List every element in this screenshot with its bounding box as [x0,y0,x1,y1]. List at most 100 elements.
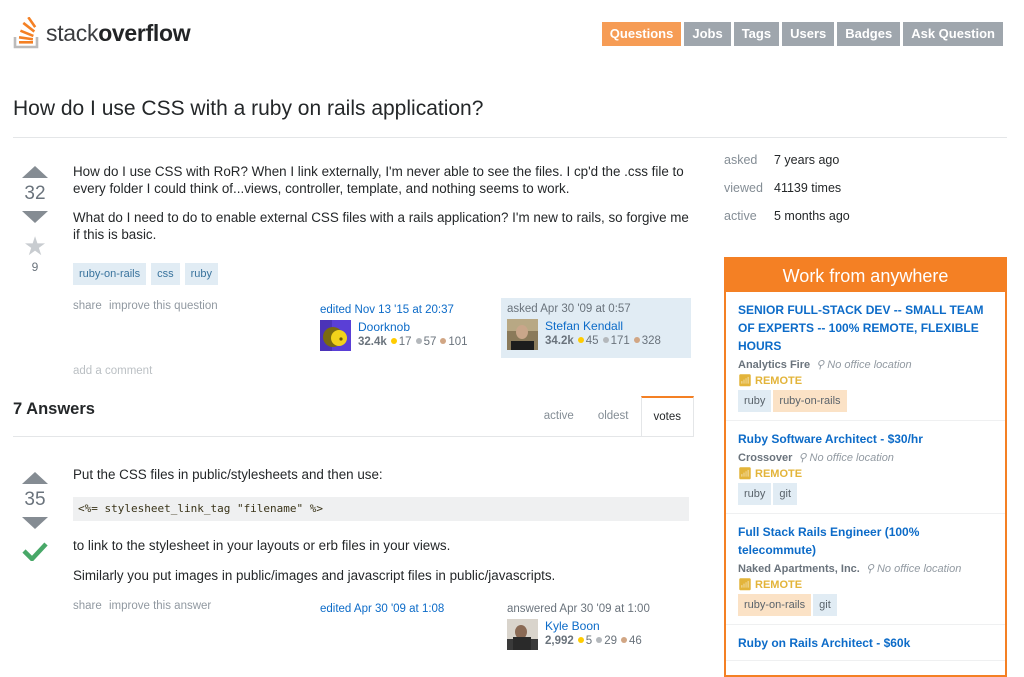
stack-logo-icon [13,17,39,49]
tag-css[interactable]: css [151,263,180,285]
job-title[interactable]: Full Stack Rails Engineer (100% telecomm… [738,525,919,557]
job-tag[interactable]: ruby [738,483,772,505]
stefan-kendall-avatar[interactable] [507,319,538,350]
nav-badges[interactable]: Badges [837,22,901,46]
location-text: No office location [827,359,912,371]
stat-value[interactable]: 5 months ago [774,209,850,237]
tab-votes[interactable]: votes [640,396,694,437]
job-tag[interactable]: ruby-on-rails [773,390,847,412]
bronze-badge-count: 46 [628,635,642,647]
question-body: How do I use CSS with RoR? When I link e… [73,163,693,255]
stat-viewed: viewed 41139 times [724,181,850,209]
job-listing: Ruby on Rails Architect - $60k [726,625,1005,661]
job-company: Naked Apartments, Inc. ⚲ No office locati… [738,562,993,575]
job-listing: Ruby Software Architect - $30/hr Crossov… [726,421,1005,514]
silver-badge-count: 29 [604,635,617,647]
company-name: Crossover [738,452,793,464]
downvote-icon[interactable] [22,517,48,529]
bronze-badge-count: 101 [448,336,468,348]
nav-tags[interactable]: Tags [733,22,780,46]
stat-label: active [724,209,757,223]
tag-ruby[interactable]: ruby [184,263,219,285]
job-tag[interactable]: ruby-on-rails [738,594,812,616]
answer-sort-tabs: active oldest votes [532,396,694,437]
tab-active[interactable]: active [532,396,586,436]
remote-badge: 📶︎ REMOTE [738,374,993,387]
job-tag[interactable]: git [813,594,837,616]
question-title[interactable]: How do I use CSS with a ruby on rails ap… [13,97,483,121]
improve-question-link[interactable]: improve this question [109,300,218,312]
job-location: ⚲ No office location [798,452,894,464]
edited-timestamp[interactable]: edited Nov 13 '15 at 20:37 [320,304,468,316]
gold-badge-icon [577,637,584,643]
job-title[interactable]: Ruby on Rails Architect - $60k [738,636,910,650]
share-link[interactable]: share [73,300,102,312]
bronze-badge-count: 328 [641,335,661,347]
answers-divider [13,436,694,437]
job-title[interactable]: Ruby Software Architect - $30/hr [738,432,923,446]
tab-oldest[interactable]: oldest [586,396,641,436]
logo-wordmark: stackoverflow [46,20,191,49]
job-location: ⚲ No office location [866,563,962,575]
accepted-check-icon [20,541,50,566]
answer-post-menu: share improve this answer [73,600,215,612]
owner-reputation: 34.2k 45 171 328 [545,334,661,349]
nav-questions[interactable]: Questions [601,22,682,46]
location-pin-icon: ⚲ [816,359,828,371]
silver-badge-count: 57 [423,336,437,348]
kyle-boon-avatar[interactable] [507,619,538,650]
tag-ruby-on-rails[interactable]: ruby-on-rails [73,263,147,285]
jobs-heading[interactable]: Work from anywhere [726,257,1005,292]
silver-badge-icon [415,338,422,344]
company-name: Analytics Fire [738,359,811,371]
answerer-name[interactable]: Kyle Boon [545,619,642,634]
asked-timestamp: asked Apr 30 '09 at 0:57 [507,303,631,315]
gold-badge-icon [577,337,584,343]
bronze-badge-icon [620,637,627,643]
nav-jobs[interactable]: Jobs [684,22,731,46]
remote-badge: 📶︎ REMOTE [738,578,993,591]
location-pin-icon: ⚲ [865,563,877,575]
logo-light: stack [46,20,99,46]
downvote-icon[interactable] [22,211,48,223]
improve-answer-link[interactable]: improve this answer [109,600,211,612]
upvote-icon[interactable] [22,166,48,178]
share-link[interactable]: share [73,600,102,612]
job-title[interactable]: SENIOR FULL-STACK DEV -- SMALL TEAM OF E… [738,303,984,353]
stat-active: active 5 months ago [724,209,850,237]
bronze-badge-icon [440,338,447,344]
remote-badge: 📶︎ REMOTE [738,467,993,480]
remote-label: REMOTE [755,579,803,591]
nav-users[interactable]: Users [782,22,835,46]
editor-name[interactable]: Doorknob [358,320,468,335]
stat-label: asked [724,153,758,167]
favorite-star-icon[interactable]: ★ [20,233,50,259]
question-vote-count: 32 [24,183,46,204]
location-text: No office location [809,452,894,464]
answer-line-2: to link to the stylesheet in your layout… [73,538,451,553]
wifi-icon: 📶︎ [738,375,752,387]
job-tags: ruby ruby-on-rails [738,390,993,412]
favorite-count: 9 [31,260,39,274]
answer-code-block: <%= stylesheet_link_tag "filename" %> [73,497,689,521]
doorknob-avatar[interactable] [320,320,351,351]
silver-badge-icon [602,337,609,343]
job-tag[interactable]: git [773,483,798,505]
question-post-menu: share improve this question [73,300,222,312]
nav-ask-question[interactable]: Ask Question [903,22,1003,46]
edited-timestamp[interactable]: edited Apr 30 '09 at 1:08 [320,603,444,615]
owner-name[interactable]: Stefan Kendall [545,319,661,334]
add-comment-link[interactable]: add a comment [73,365,152,377]
wifi-icon: 📶︎ [738,579,752,591]
wifi-icon: 📶︎ [738,468,752,480]
remote-label: REMOTE [755,468,803,480]
gold-badge-count: 17 [398,336,412,348]
remote-label: REMOTE [755,375,803,387]
answer-vote-count: 35 [24,489,46,510]
job-location: ⚲ No office location [816,359,912,371]
upvote-icon[interactable] [22,472,48,484]
answers-count-heading: 7 Answers [13,400,95,418]
job-tag[interactable]: ruby [738,390,772,412]
stack-overflow-logo[interactable]: stackoverflow [13,13,191,49]
answered-timestamp: answered Apr 30 '09 at 1:00 [507,603,650,615]
